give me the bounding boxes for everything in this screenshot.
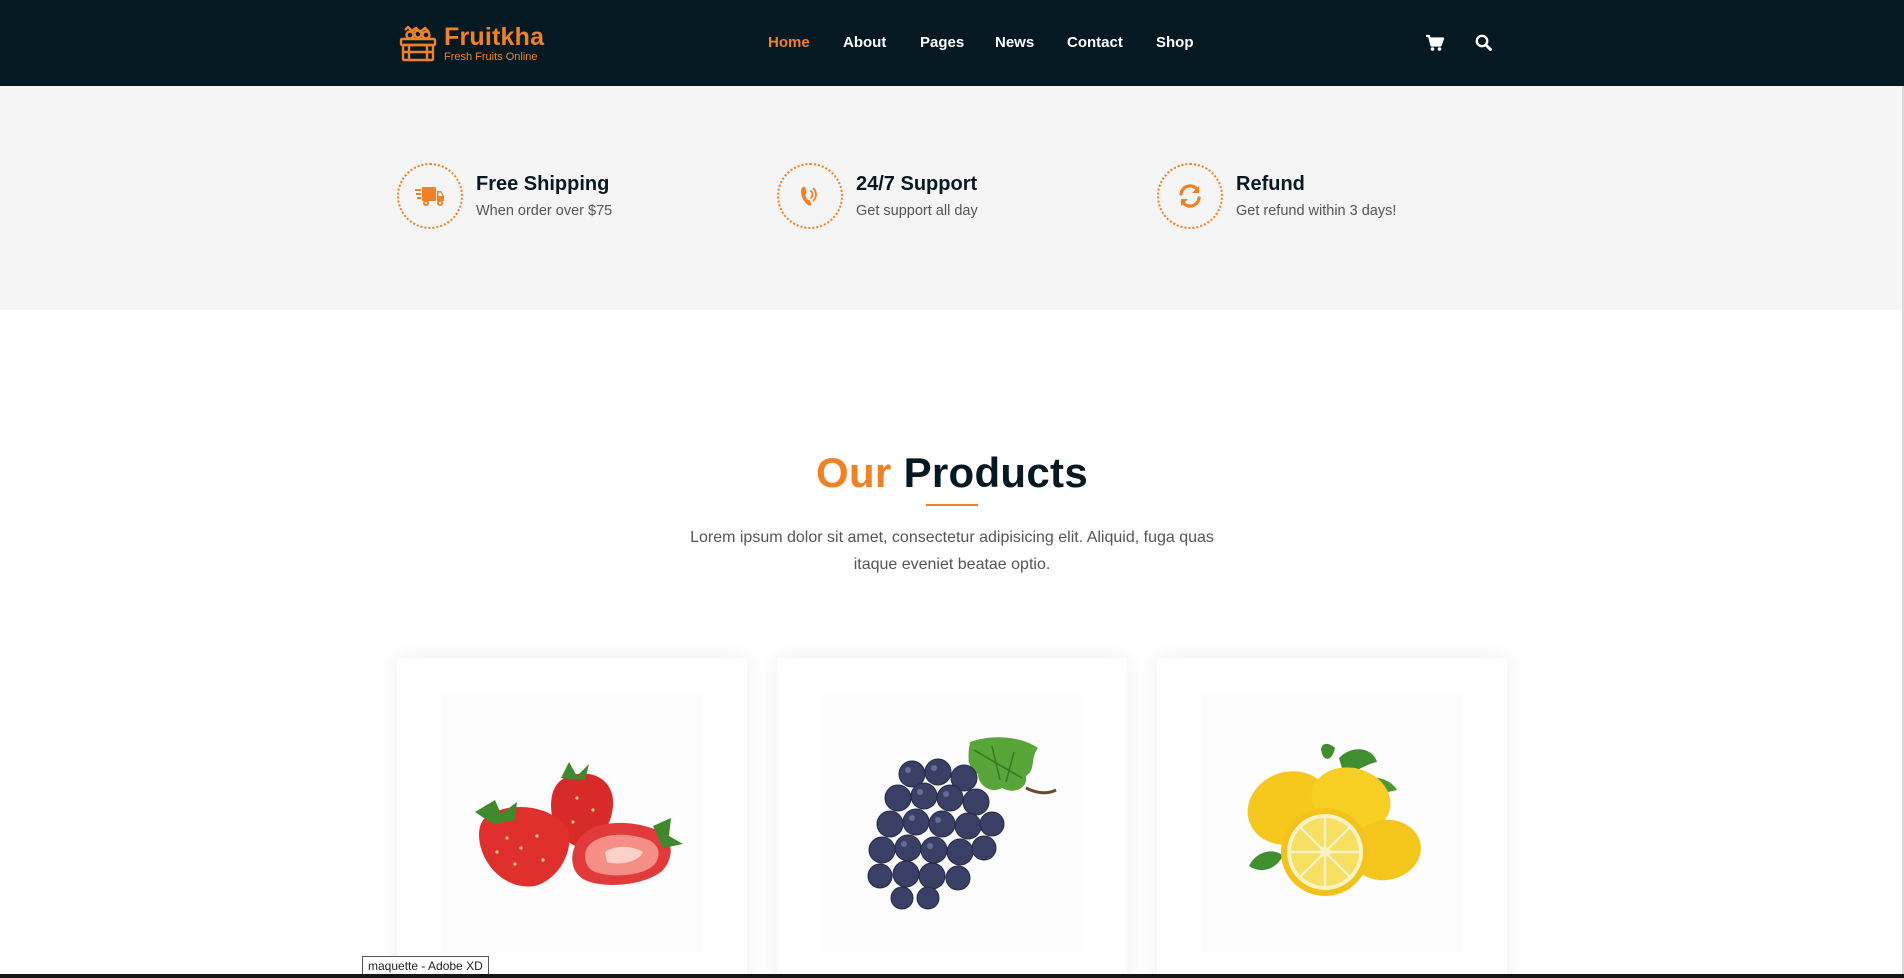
products-section-title: Our Products <box>0 449 1904 497</box>
feature-support: 24/7 Support Get support all day <box>777 163 978 229</box>
phone-volume-icon <box>801 186 817 206</box>
top-navbar: Fruitkha Fresh Fruits Online Home About … <box>0 0 1904 86</box>
title-underline <box>926 504 978 506</box>
main-nav: Home About Pages News Contact Shop <box>0 0 1904 86</box>
nav-contact[interactable]: Contact <box>1067 34 1123 51</box>
feature-title: 24/7 Support <box>856 173 978 195</box>
nav-news[interactable]: News <box>995 34 1034 51</box>
shopping-cart-icon[interactable] <box>1425 33 1445 53</box>
feature-subtitle: Get support all day <box>856 203 978 219</box>
feature-subtitle: Get refund within 3 days! <box>1236 203 1397 219</box>
product-image[interactable] <box>822 693 1082 953</box>
window-title-tooltip: maquette - Adobe XD <box>362 956 489 976</box>
products-section-description: Lorem ipsum dolor sit amet, consectetur … <box>690 529 1214 573</box>
nav-about[interactable]: About <box>843 34 886 51</box>
title-rest: Products <box>903 449 1088 496</box>
feature-icon-circle <box>397 163 463 229</box>
refresh-icon <box>1179 184 1201 208</box>
nav-home[interactable]: Home <box>768 34 810 51</box>
delivery-truck-icon <box>415 187 444 206</box>
title-highlight: Our <box>816 449 892 496</box>
nav-shop[interactable]: Shop <box>1156 34 1194 51</box>
strawberry-image <box>475 762 683 887</box>
product-card-grapes[interactable] <box>777 658 1127 978</box>
feature-subtitle: When order over $75 <box>476 203 613 219</box>
page: Fruitkha Fresh Fruits Online Home About … <box>0 0 1904 978</box>
grapes-image <box>867 737 1057 910</box>
window-bottom-border <box>0 974 1904 978</box>
product-image[interactable] <box>1202 693 1462 953</box>
feature-icon-circle <box>777 163 843 229</box>
nav-pages[interactable]: Pages <box>920 34 964 51</box>
search-icon[interactable] <box>1474 33 1494 53</box>
feature-title: Refund <box>1236 173 1305 195</box>
lemon-image <box>1247 743 1421 896</box>
feature-title: Free Shipping <box>476 173 610 195</box>
product-card-strawberry[interactable] <box>397 658 747 978</box>
product-image[interactable] <box>442 693 702 953</box>
product-card-lemon[interactable] <box>1157 658 1507 978</box>
feature-refund: Refund Get refund within 3 days! <box>1157 163 1397 229</box>
features-strip: Free Shipping When order over $75 24/7 S… <box>0 86 1904 310</box>
feature-free-shipping: Free Shipping When order over $75 <box>397 163 613 229</box>
feature-icon-circle <box>1157 163 1223 229</box>
